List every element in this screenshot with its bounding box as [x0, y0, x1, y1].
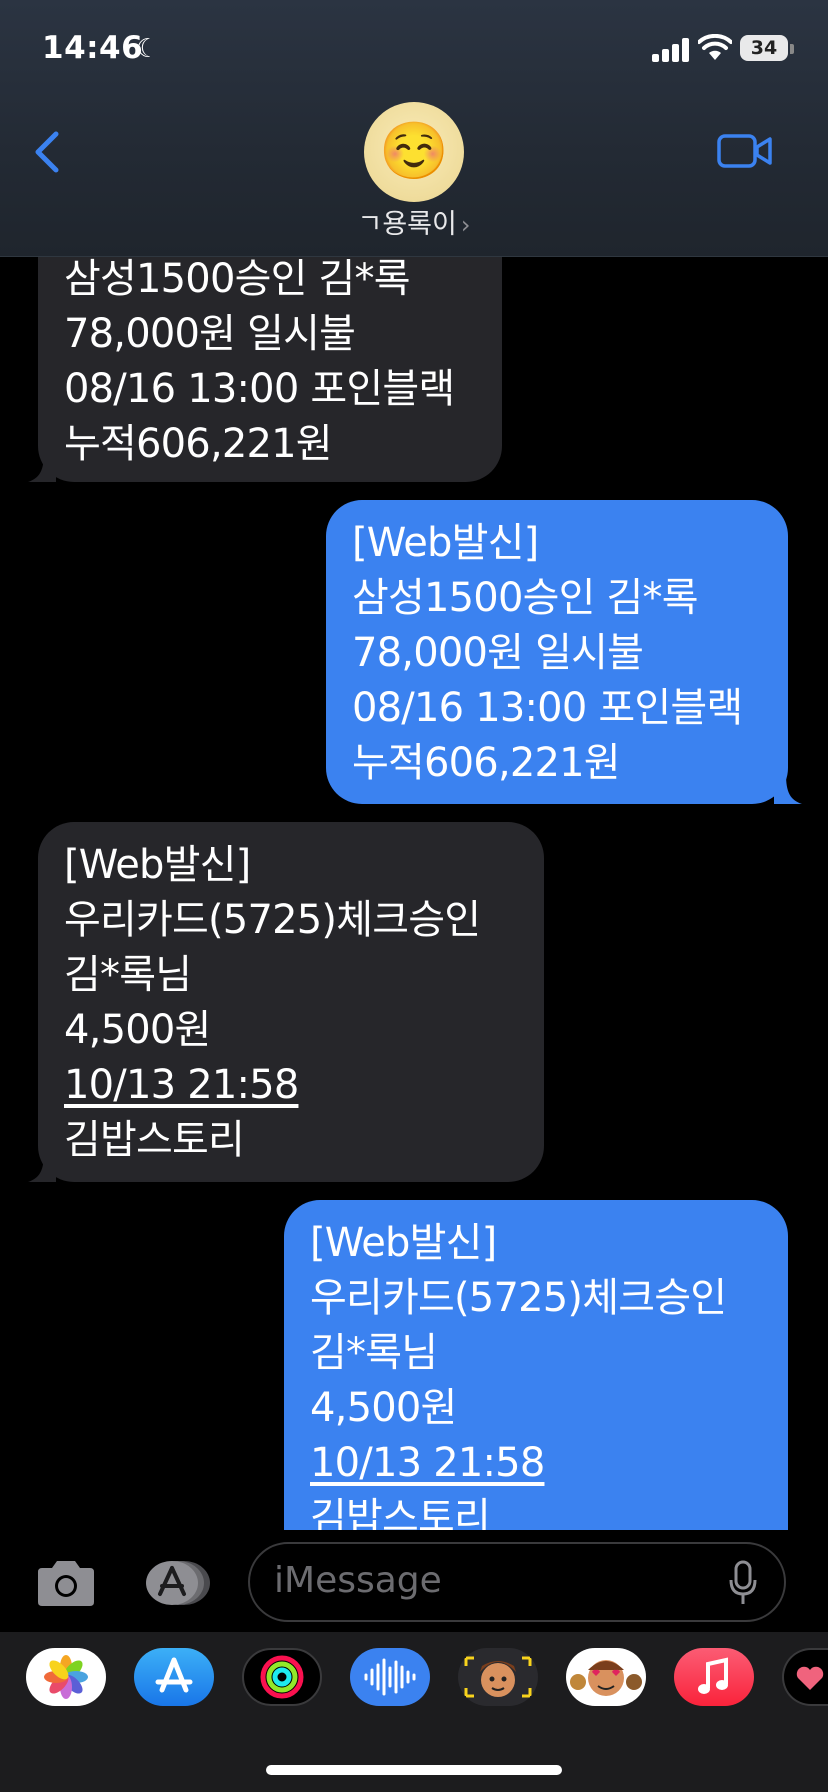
message-line: 78,000원 일시불: [352, 630, 644, 676]
message-line: 4,500원: [64, 1007, 211, 1053]
digital-touch-icon[interactable]: [782, 1648, 828, 1706]
memoji-stickers-icon[interactable]: [566, 1648, 646, 1706]
contact-name: ㄱ용록이: [357, 209, 457, 240]
home-indicator[interactable]: [266, 1765, 562, 1775]
memoji-icon[interactable]: [458, 1648, 538, 1706]
message-line: 78,000원 일시불: [64, 311, 356, 357]
photos-app-icon[interactable]: [26, 1648, 106, 1706]
app-store-apps-icon[interactable]: [138, 1558, 214, 1608]
contact-name-button[interactable]: ㄱ용록이 ›: [0, 202, 828, 241]
facetime-video-icon[interactable]: [716, 132, 774, 170]
imessage-app-drawer: [0, 1632, 828, 1792]
audio-message-icon[interactable]: [350, 1648, 430, 1706]
bubble-tail: [774, 774, 802, 804]
bubble-tail: [28, 452, 56, 482]
conversation-header: 14:46 ☾ 34 ☺️ ㄱ용록이 ›: [0, 0, 828, 257]
message-line: 08/16 13:00 포인블랙: [64, 366, 455, 412]
back-chevron-icon[interactable]: [30, 128, 66, 176]
message-line: [Web발신]: [310, 1220, 497, 1266]
compose-bar: iMessage: [0, 1530, 828, 1632]
cellular-signal-icon: [652, 38, 692, 62]
focus-moon-icon: ☾: [136, 34, 160, 64]
message-line: [Web발신]: [352, 520, 539, 566]
message-line: 우리카드(5725)체크승인: [310, 1275, 727, 1321]
message-line: 누적606,221원: [352, 740, 621, 786]
message-line: 김밥스토리: [64, 1117, 245, 1163]
bubble-tail: [28, 1152, 56, 1182]
fitness-activity-icon[interactable]: [242, 1648, 322, 1706]
chevron-right-icon: ›: [460, 211, 471, 239]
contact-avatar[interactable]: ☺️: [364, 102, 464, 202]
date-link[interactable]: 10/13 21:58: [64, 1058, 544, 1113]
message-line: 삼성1500승인 김*록: [352, 575, 699, 621]
message-line: 우리카드(5725)체크승인: [64, 897, 481, 943]
input-placeholder: iMessage: [274, 1560, 442, 1601]
message-line: 삼성1500승인 김*록: [64, 256, 411, 302]
status-time: 14:46: [42, 30, 144, 66]
music-app-icon[interactable]: [674, 1648, 754, 1706]
message-line: 김*록님: [310, 1330, 438, 1376]
wifi-icon: [698, 34, 732, 60]
imessage-input[interactable]: iMessage: [248, 1542, 786, 1622]
microphone-icon[interactable]: [728, 1560, 758, 1606]
app-store-icon[interactable]: [134, 1648, 214, 1706]
sent-message-bubble[interactable]: [Web발신] 우리카드(5725)체크승인 김*록님 4,500원 10/13…: [284, 1200, 788, 1580]
battery-tip: [790, 44, 794, 54]
camera-icon[interactable]: [34, 1558, 98, 1608]
message-line: 김*록님: [64, 952, 192, 998]
battery-icon: 34: [740, 35, 788, 61]
message-line: 08/16 13:00 포인블랙: [352, 685, 743, 731]
date-link[interactable]: 10/13 21:58: [310, 1436, 788, 1491]
received-message-bubble[interactable]: [Web발신] 우리카드(5725)체크승인 김*록님 4,500원 10/13…: [38, 822, 544, 1182]
message-line: 누적606,221원: [64, 421, 333, 467]
sent-message-bubble[interactable]: [Web발신] 삼성1500승인 김*록 78,000원 일시불 08/16 1…: [326, 500, 788, 804]
message-line: [Web발신]: [64, 842, 251, 888]
message-line: 4,500원: [310, 1385, 457, 1431]
